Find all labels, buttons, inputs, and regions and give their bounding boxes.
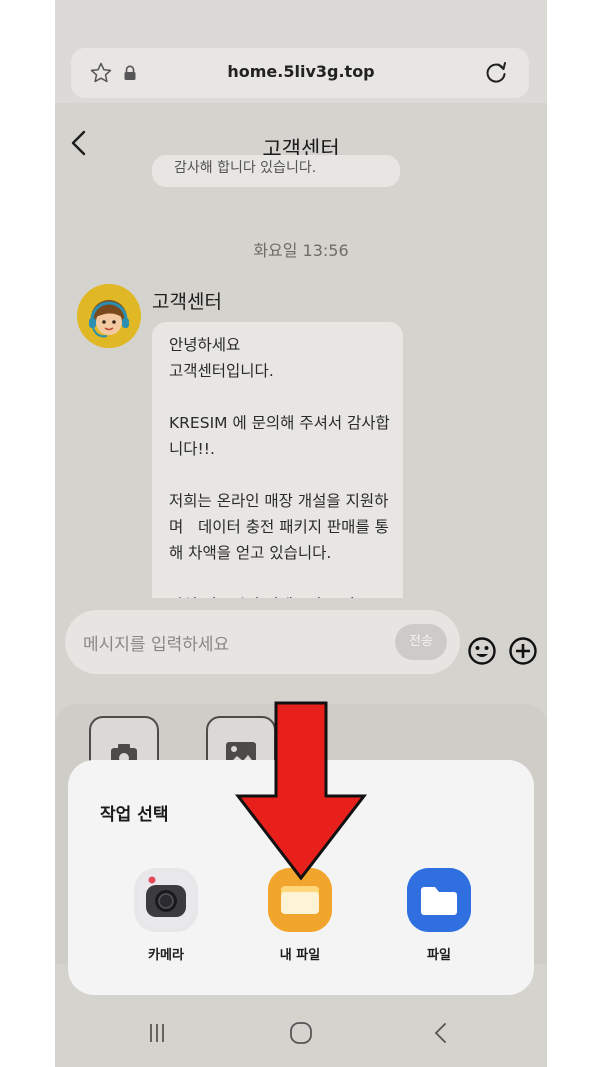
app-my-files[interactable]: 내 파일 (255, 868, 345, 963)
sender-name: 고객센터 (152, 291, 222, 313)
app-label-camera: 카메라 (148, 948, 184, 963)
url-text[interactable]: home.5liv3g.top (191, 62, 411, 81)
reload-icon[interactable] (483, 60, 509, 86)
previous-message-bubble: 감사해 합니다 있습니다. (152, 155, 400, 187)
app-files[interactable]: 파일 (394, 868, 484, 963)
app-label-my-files: 내 파일 (279, 948, 321, 963)
smiley-icon[interactable] (467, 636, 497, 666)
back-icon[interactable] (427, 1019, 455, 1047)
browser-bar: home.5liv3g.top (55, 0, 547, 103)
home-icon[interactable] (287, 1019, 315, 1047)
files-icon (407, 868, 471, 932)
sheet-title: 작업 선택 (100, 805, 169, 825)
avatar (77, 284, 141, 348)
star-icon[interactable] (89, 61, 113, 85)
plus-circle-icon[interactable] (508, 636, 538, 666)
timestamp: 화요일 13:56 (253, 241, 349, 260)
support-agent-icon (77, 284, 141, 348)
red-arrow-down-icon (234, 701, 368, 881)
system-nav-bar (55, 995, 547, 1067)
previous-message-text: 감사해 합니다 있습니다. (174, 160, 317, 176)
message-bubble: 안녕하세요 고객센터입니다. KRESIM 에 문의해 주셔서 감사합니다!!.… (152, 322, 403, 598)
lock-icon (124, 65, 136, 80)
phone-screen: home.5liv3g.top 고객센터 감사해 합니다 있습니다. 화요일 1… (55, 0, 547, 1067)
message-input[interactable]: 메시지를 입력하세요 전송 (65, 610, 460, 674)
address-bar[interactable]: home.5liv3g.top (71, 48, 529, 98)
send-button[interactable]: 전송 (395, 624, 447, 660)
message-text: 안녕하세요 고객센터입니다. KRESIM 에 문의해 주셔서 감사합니다!!.… (169, 336, 390, 598)
camera-app-icon (134, 868, 198, 932)
message-placeholder: 메시지를 입력하세요 (83, 635, 230, 655)
app-label-files: 파일 (427, 948, 451, 963)
app-camera[interactable]: 카메라 (121, 868, 211, 963)
recents-icon[interactable] (143, 1019, 171, 1047)
